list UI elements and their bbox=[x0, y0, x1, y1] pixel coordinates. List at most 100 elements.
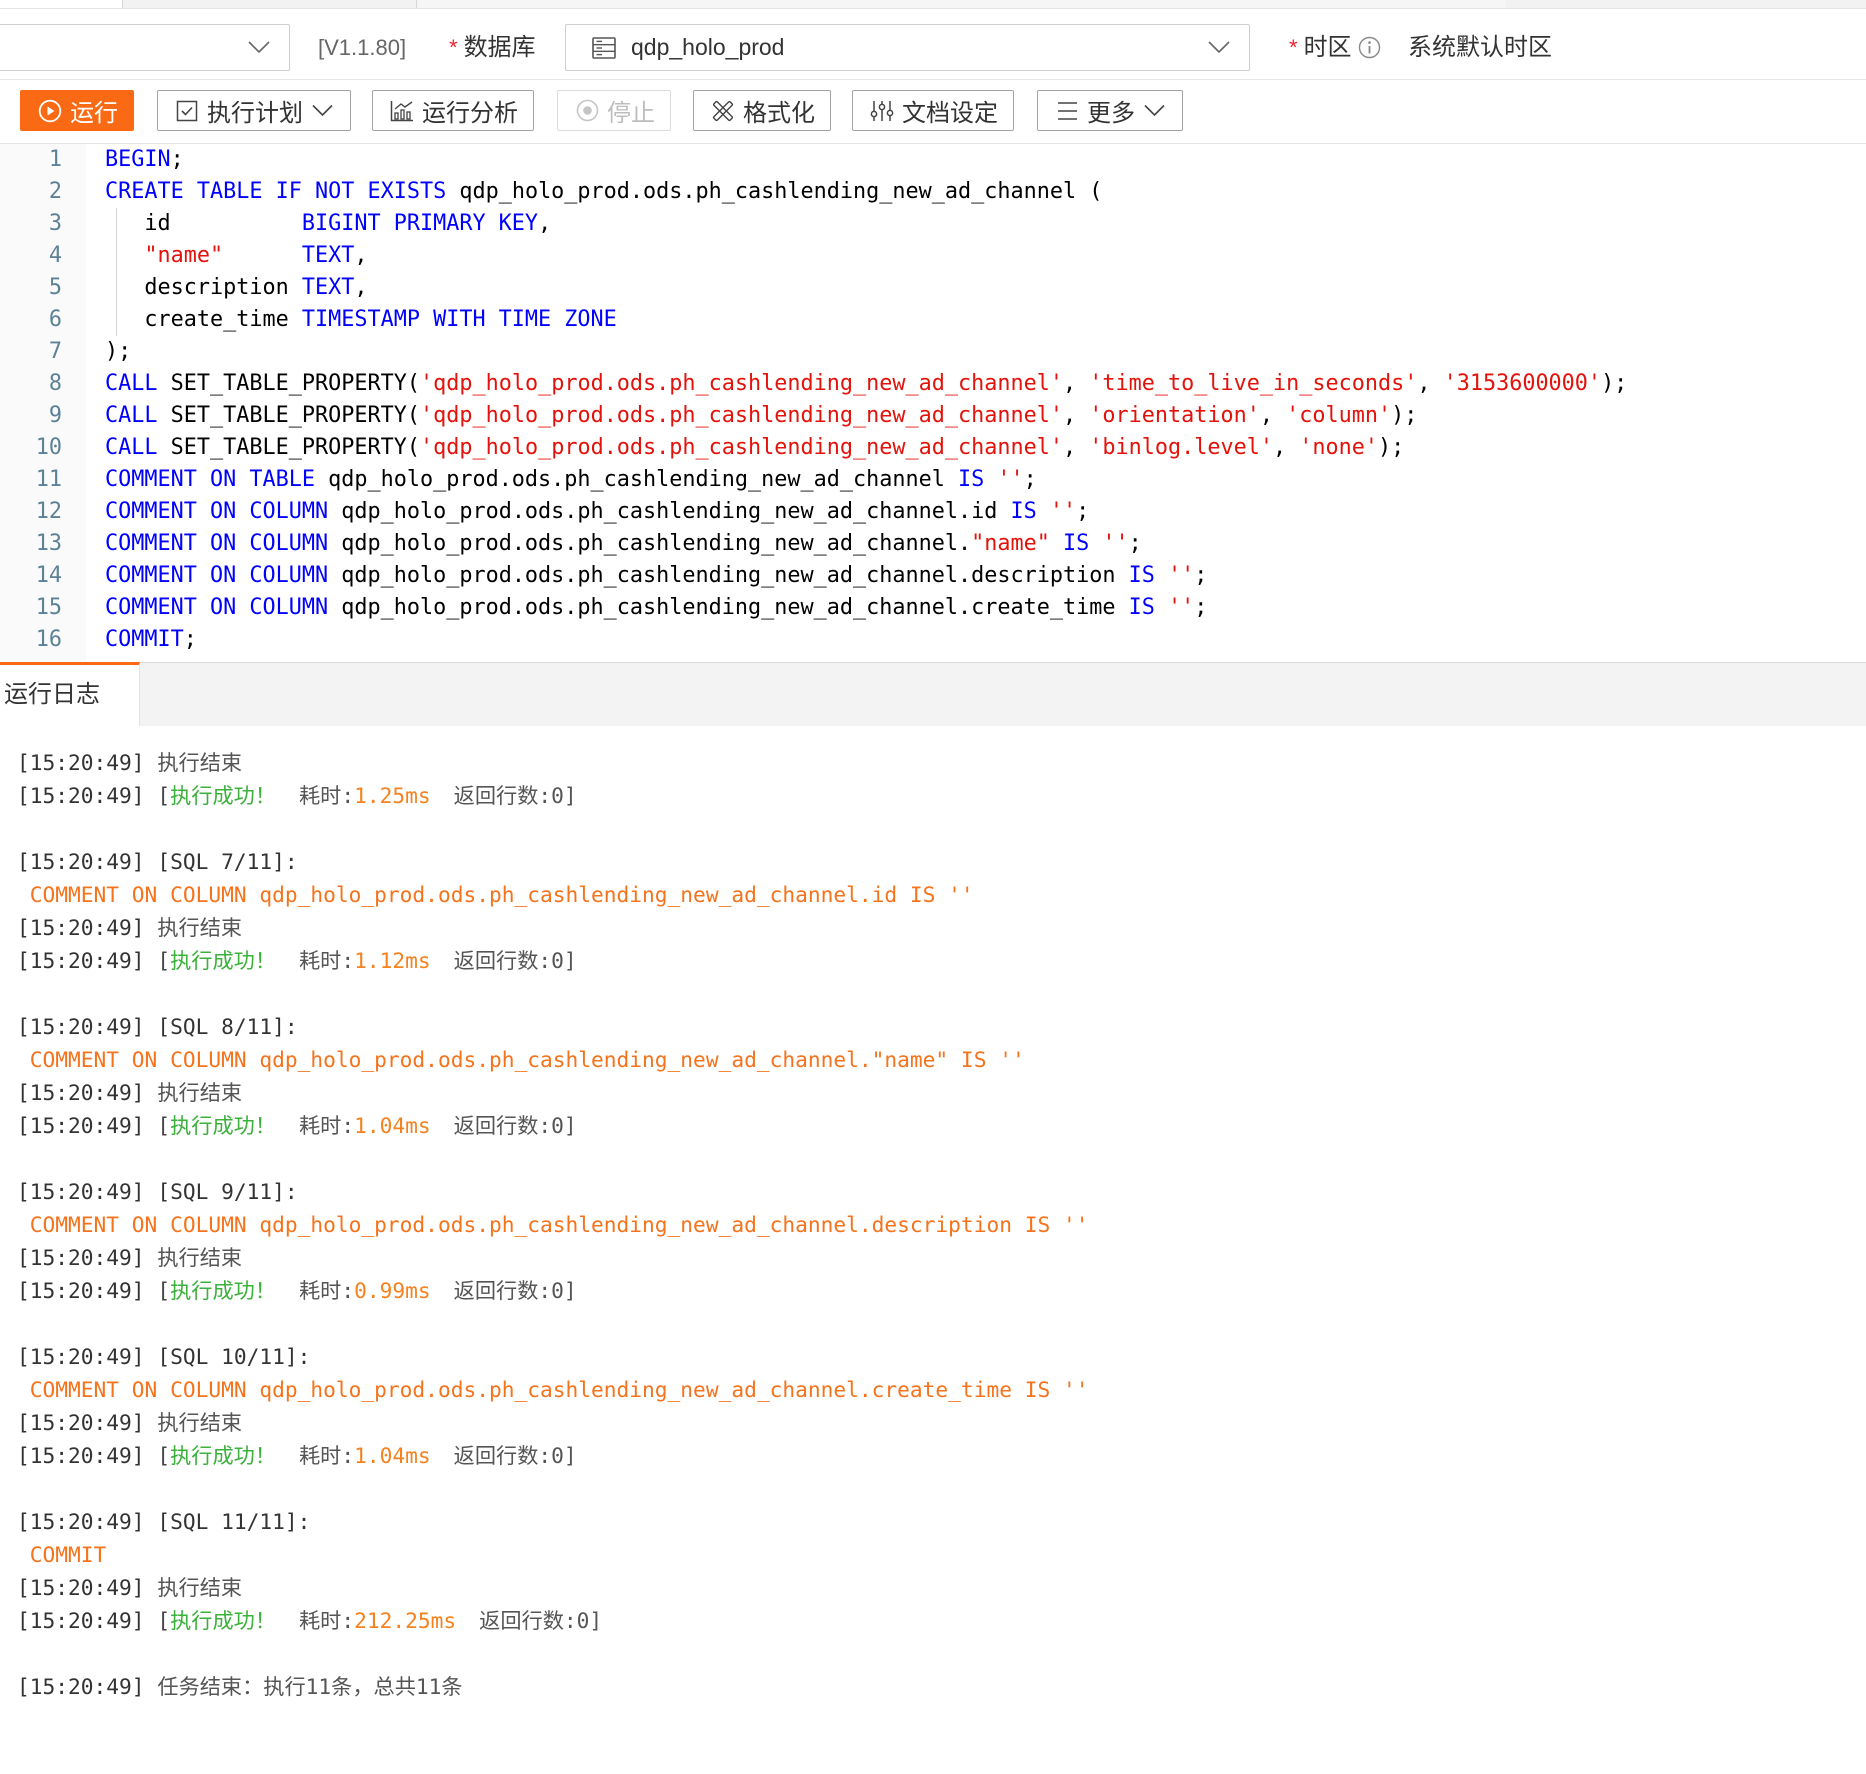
tab-fragment[interactable] bbox=[418, 0, 1506, 8]
code-text[interactable]: CREATE TABLE IF NOT EXISTS qdp_holo_prod… bbox=[105, 176, 1102, 208]
log-timestamp: [15:20:49] bbox=[17, 1443, 145, 1468]
sql-keyword: CALL bbox=[105, 435, 158, 460]
code-line[interactable]: 3 id BIGINT PRIMARY KEY, bbox=[0, 208, 1866, 240]
code-text[interactable]: "name" TEXT, bbox=[105, 240, 367, 272]
code-line[interactable]: 4 "name" TEXT, bbox=[0, 240, 1866, 272]
log-sql-statement: COMMENT ON COLUMN qdp_holo_prod.ods.ph_c… bbox=[29, 1212, 1089, 1237]
code-line[interactable]: 11 COMMENT ON TABLE qdp_holo_prod.ods.ph_… bbox=[0, 464, 1866, 496]
code-text[interactable]: COMMENT ON COLUMN qdp_holo_prod.ods.ph_c… bbox=[105, 496, 1089, 528]
sql-text: qdp_holo_prod.ods.ph_cashlending_new_ad_… bbox=[314, 467, 958, 492]
code-text[interactable]: COMMENT ON COLUMN qdp_holo_prod.ods.ph_c… bbox=[105, 528, 1142, 560]
log-status-success: 执行成功！ bbox=[170, 783, 277, 808]
log-line: [15:20:49] 执行结束 bbox=[0, 1241, 1866, 1274]
sql-text: create_time bbox=[105, 307, 302, 332]
sql-keyword: TEXT bbox=[301, 275, 355, 300]
log-line: COMMENT ON COLUMN qdp_holo_prod.ods.ph_c… bbox=[0, 878, 1866, 911]
log-row-count: 返回行数:0] bbox=[453, 1278, 577, 1303]
sql-keyword: BEGIN bbox=[105, 147, 171, 172]
code-line[interactable]: 12 COMMENT ON COLUMN qdp_holo_prod.ods.ph… bbox=[0, 496, 1866, 528]
run-log-output[interactable]: [15:20:49] 执行结束 [15:20:49] [执行成功！ 耗时:1.25ms 返… bbox=[0, 726, 1866, 1774]
log-bracket: [ bbox=[157, 1443, 171, 1468]
format-button[interactable]: 格式化 bbox=[693, 90, 831, 131]
log-timestamp: [15:20:49] bbox=[17, 1344, 145, 1369]
code-text[interactable]: id BIGINT PRIMARY KEY, bbox=[105, 208, 551, 240]
log-sql-statement: COMMENT ON COLUMN qdp_holo_prod.ods.ph_c… bbox=[29, 1377, 1089, 1402]
project-select[interactable] bbox=[0, 24, 290, 71]
code-line[interactable]: 1 BEGIN; bbox=[0, 144, 1866, 176]
code-text[interactable]: COMMENT ON TABLE qdp_holo_prod.ods.ph_ca… bbox=[105, 464, 1037, 496]
line-number: 8 bbox=[48, 371, 62, 396]
code-lines[interactable]: 1 BEGIN; 2 CREATE TABLE IF NOT EXISTS qdp_h… bbox=[0, 144, 1866, 656]
code-text[interactable]: CALL SET_TABLE_PROPERTY('qdp_holo_prod.o… bbox=[105, 368, 1627, 400]
sql-keyword: TEXT bbox=[301, 243, 355, 268]
required-mark: * bbox=[449, 35, 458, 60]
sql-text: ); bbox=[1391, 403, 1418, 428]
code-line[interactable]: 9 CALL SET_TABLE_PROPERTY('qdp_holo_prod.… bbox=[0, 400, 1866, 432]
code-line[interactable]: 7); bbox=[0, 336, 1866, 368]
sql-string: '' bbox=[1167, 595, 1195, 620]
sql-text: ; bbox=[170, 147, 184, 172]
stop-button[interactable]: 停止 bbox=[557, 90, 671, 131]
code-text[interactable]: BEGIN; bbox=[105, 144, 184, 176]
run-analysis-button[interactable]: 运行分析 bbox=[372, 90, 534, 131]
sql-text: ; bbox=[1076, 499, 1090, 524]
sql-keyword: IS bbox=[1128, 563, 1155, 588]
log-elapsed-label: 耗时: bbox=[298, 783, 355, 808]
log-sql-statement: COMMENT ON COLUMN qdp_holo_prod.ods.ph_c… bbox=[29, 882, 974, 907]
code-text[interactable]: CALL SET_TABLE_PROPERTY('qdp_holo_prod.o… bbox=[105, 432, 1404, 464]
code-line[interactable]: 13 COMMENT ON COLUMN qdp_holo_prod.ods.ph… bbox=[0, 528, 1866, 560]
log-status-success: 执行成功！ bbox=[170, 1113, 277, 1138]
sql-text: ; bbox=[1128, 531, 1142, 556]
sql-text: qdp_holo_prod.ods.ph_cashlending_new_ad_… bbox=[328, 499, 1011, 524]
code-line[interactable]: 8 CALL SET_TABLE_PROPERTY('qdp_holo_prod.… bbox=[0, 368, 1866, 400]
sql-string: 'column' bbox=[1286, 403, 1392, 428]
code-text[interactable]: CALL SET_TABLE_PROPERTY('qdp_holo_prod.o… bbox=[105, 400, 1417, 432]
tab-fragment[interactable] bbox=[123, 0, 417, 8]
code-text[interactable]: description TEXT, bbox=[105, 272, 367, 304]
timezone-value[interactable]: 系统默认时区 bbox=[1408, 24, 1552, 71]
execution-plan-button[interactable]: 执行计划 bbox=[157, 90, 351, 131]
log-elapsed-label: 耗时: bbox=[298, 1278, 355, 1303]
log-timestamp: [15:20:49] bbox=[17, 1575, 145, 1600]
code-text[interactable]: COMMENT ON COLUMN qdp_holo_prod.ods.ph_c… bbox=[105, 560, 1207, 592]
tab-run-log[interactable]: 运行日志 bbox=[0, 662, 140, 726]
sql-text: , bbox=[538, 211, 552, 236]
sql-editor[interactable]: 1 BEGIN; 2 CREATE TABLE IF NOT EXISTS qdp_h… bbox=[0, 144, 1866, 662]
run-button[interactable]: 运行 bbox=[20, 90, 134, 131]
log-timestamp: [15:20:49] bbox=[17, 948, 145, 973]
line-number: 7 bbox=[48, 339, 62, 364]
code-line[interactable]: 16 COMMIT; bbox=[0, 624, 1866, 656]
code-text[interactable]: COMMENT ON COLUMN qdp_holo_prod.ods.ph_c… bbox=[105, 592, 1207, 624]
code-line[interactable]: 15 COMMENT ON COLUMN qdp_holo_prod.ods.ph… bbox=[0, 592, 1866, 624]
sql-text: SET_TABLE_PROPERTY( bbox=[157, 371, 420, 396]
document-settings-button[interactable]: 文档设定 bbox=[852, 90, 1014, 131]
code-line[interactable]: 14 COMMENT ON COLUMN qdp_holo_prod.ods.ph… bbox=[0, 560, 1866, 592]
log-timestamp: [15:20:49] bbox=[17, 1278, 145, 1303]
code-text[interactable]: create_time TIMESTAMP WITH TIME ZONE bbox=[105, 304, 616, 336]
more-button[interactable]: 更多 bbox=[1037, 90, 1183, 131]
line-number: 13 bbox=[35, 531, 62, 556]
code-line[interactable]: 2 CREATE TABLE IF NOT EXISTS qdp_holo_pro… bbox=[0, 176, 1866, 208]
sql-keyword: IS bbox=[958, 467, 985, 492]
code-line[interactable]: 5 description TEXT, bbox=[0, 272, 1866, 304]
log-timestamp: [15:20:49] bbox=[17, 1014, 145, 1039]
code-text[interactable]: ); bbox=[105, 336, 131, 368]
play-circle-icon bbox=[38, 99, 62, 123]
sql-text: id bbox=[105, 211, 302, 236]
tab-fragment[interactable] bbox=[0, 0, 123, 8]
log-status-success: 执行成功！ bbox=[170, 1608, 277, 1633]
log-line: [15:20:49] [SQL 8/11]: bbox=[0, 1010, 1866, 1043]
sql-string: 'qdp_holo_prod.ods.ph_cashlending_new_ad… bbox=[419, 371, 1063, 396]
code-line[interactable]: 6 create_time TIMESTAMP WITH TIME ZONE bbox=[0, 304, 1866, 336]
code-text[interactable]: COMMIT; bbox=[105, 624, 197, 656]
database-select[interactable]: qdp_holo_prod bbox=[565, 24, 1250, 71]
database-select-value: qdp_holo_prod bbox=[631, 34, 785, 60]
sql-keyword: CALL bbox=[105, 371, 158, 396]
log-elapsed-label: 耗时: bbox=[298, 1608, 355, 1633]
sql-keyword: COMMIT bbox=[105, 627, 184, 652]
code-line[interactable]: 10 CALL SET_TABLE_PROPERTY('qdp_holo_prod… bbox=[0, 432, 1866, 464]
info-icon[interactable] bbox=[1358, 36, 1381, 59]
